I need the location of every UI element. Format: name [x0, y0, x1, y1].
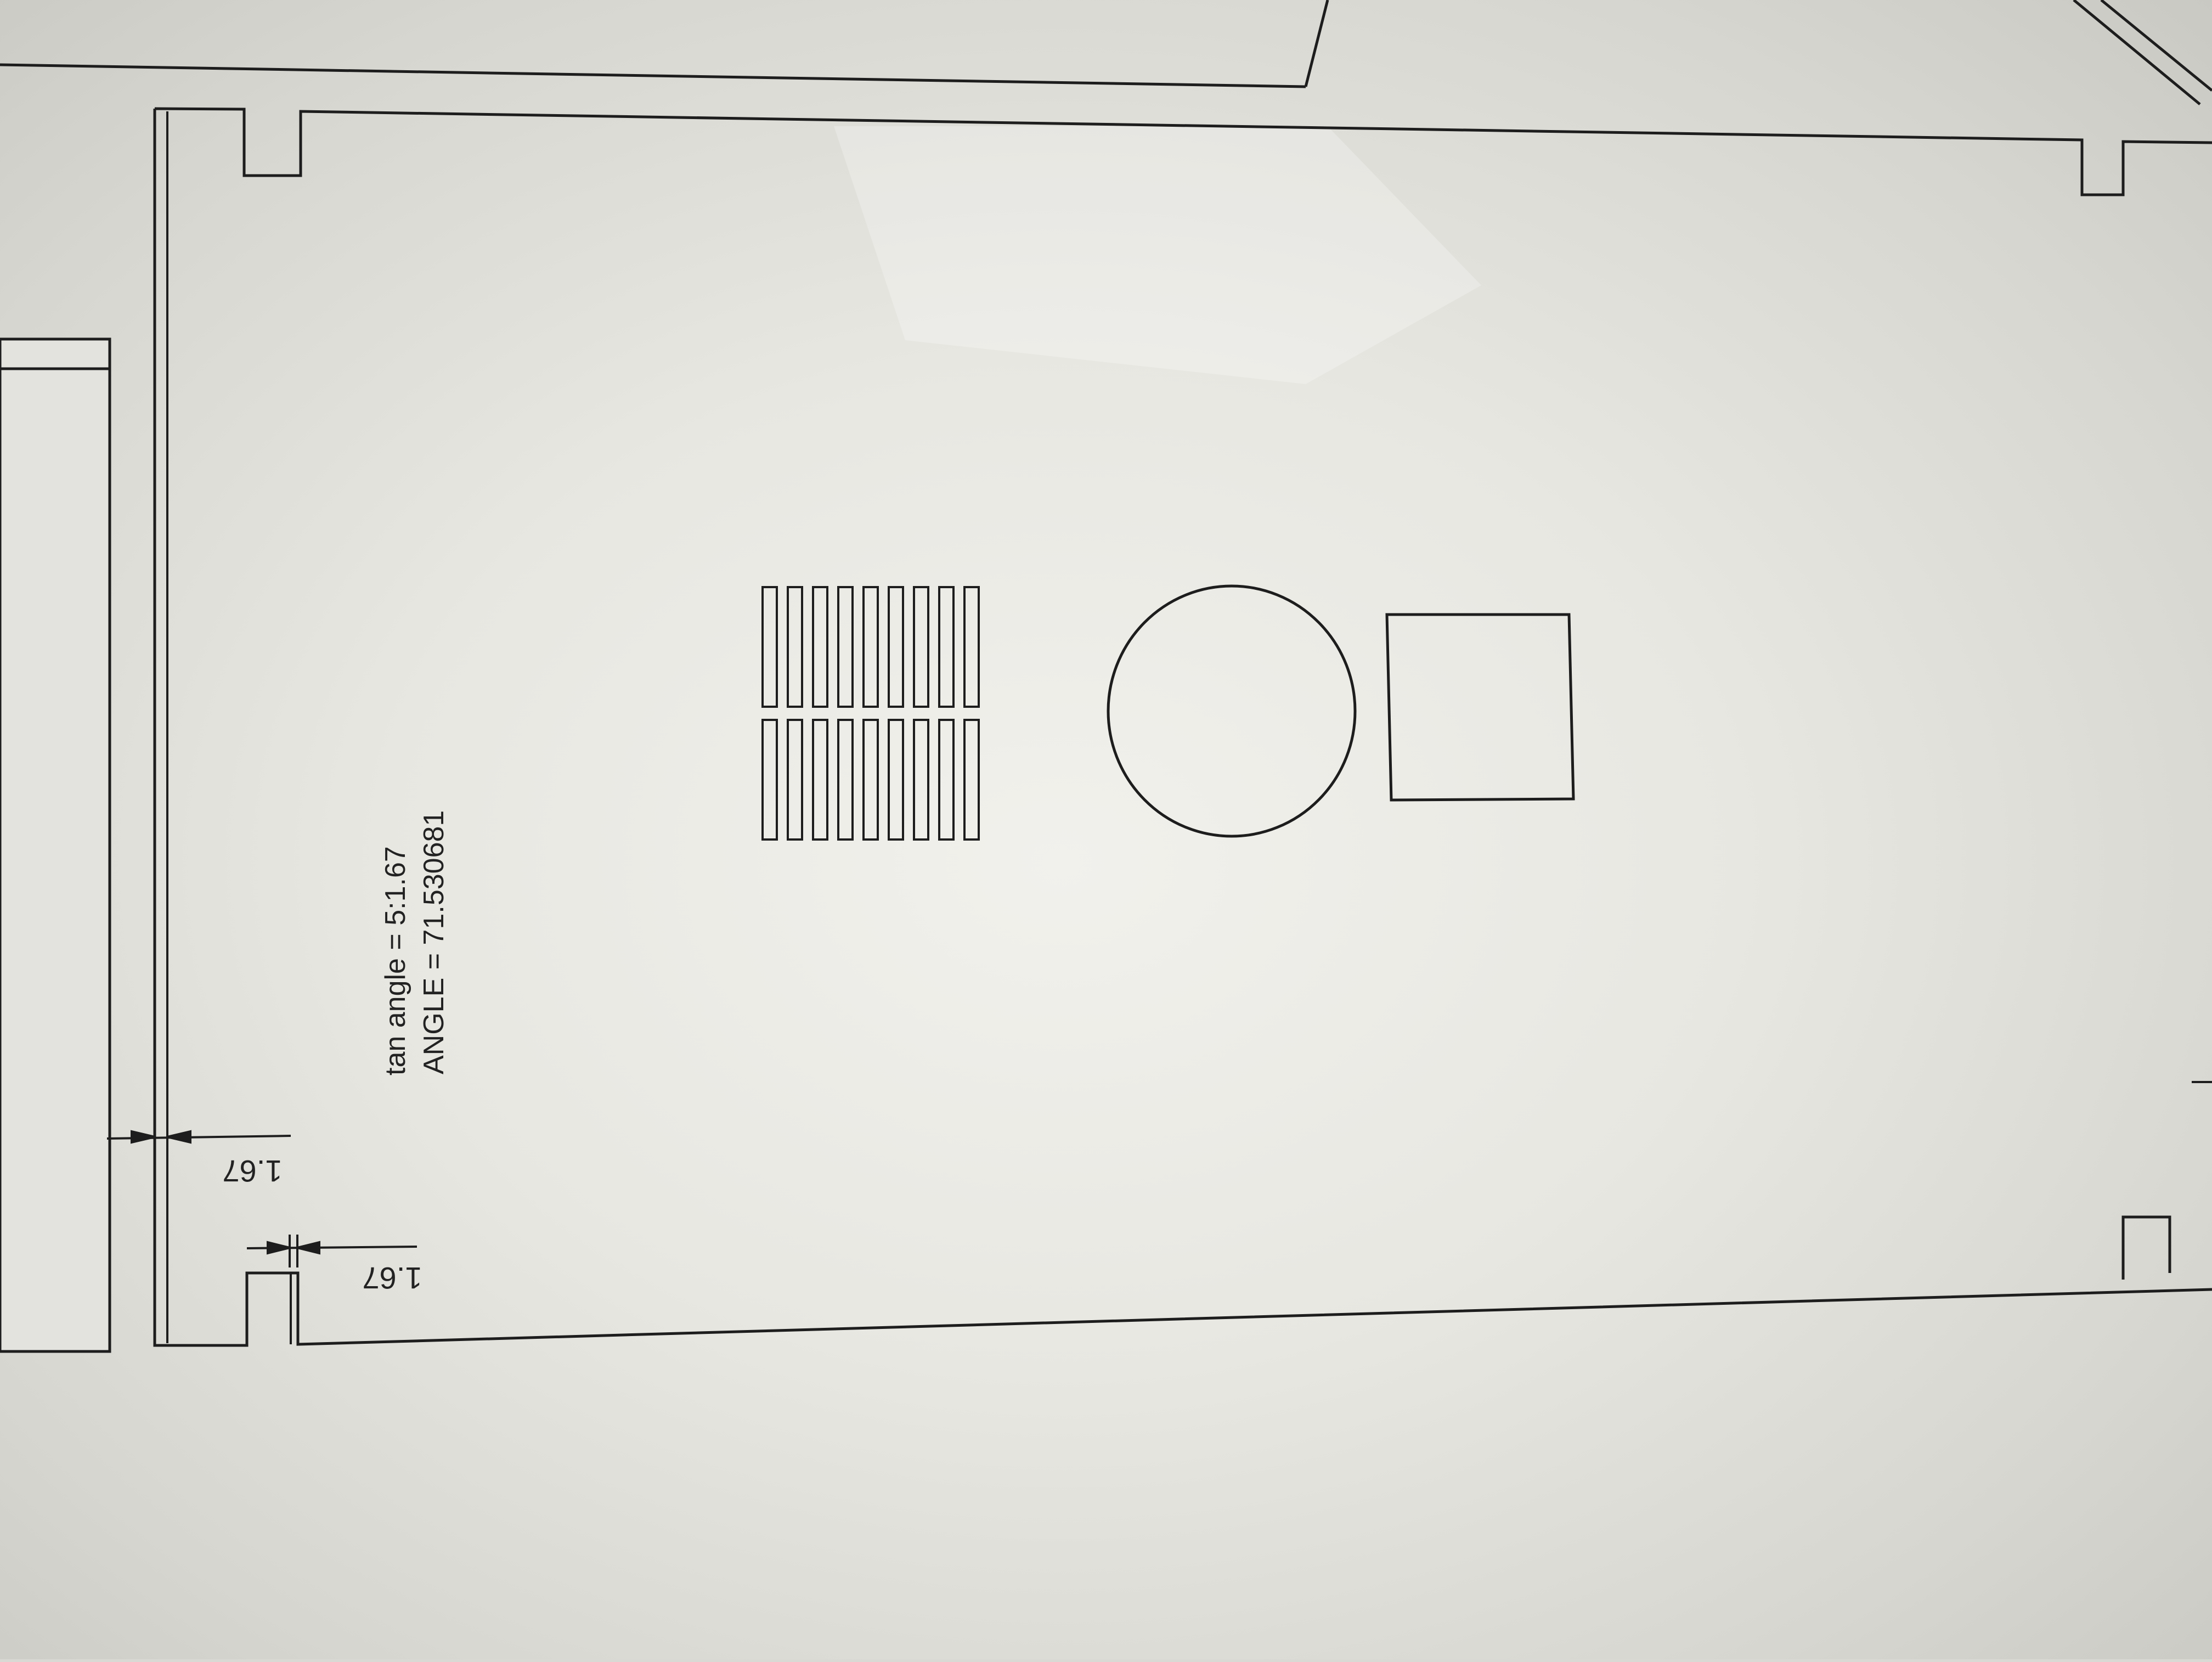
vent-slot	[938, 586, 955, 708]
light-reflection	[834, 126, 1481, 384]
vent-slot	[812, 719, 828, 841]
circle-cutout	[1107, 584, 1357, 838]
vent-slot	[938, 719, 955, 841]
dimension-arrows-1	[106, 1130, 291, 1144]
cad-screen-photo: 1.67 1.67 tan angle = 5:1.67 ANGLE = 71.…	[0, 0, 2212, 1659]
cad-drawing: 1.67 1.67 tan angle = 5:1.67 ANGLE = 71.…	[0, 0, 2212, 1353]
vent-slot	[787, 586, 803, 708]
vent-slot	[888, 586, 904, 708]
upper-sheet	[0, 0, 2212, 105]
dimension-label-1: 1.67	[223, 1154, 283, 1188]
slot-grid	[761, 586, 980, 841]
vent-slot	[787, 719, 803, 841]
vent-slot	[761, 719, 778, 841]
vent-slot	[862, 586, 879, 708]
vent-slot	[862, 719, 879, 841]
note-tan-angle: tan angle = 5:1.67	[380, 846, 411, 1075]
vent-slot	[963, 719, 980, 841]
vent-slot	[963, 586, 980, 708]
vent-slot	[913, 586, 929, 708]
vent-slot	[888, 719, 904, 841]
dimension-label-2: 1.67	[363, 1261, 422, 1295]
vent-slot	[837, 586, 854, 708]
square-cutout	[1385, 613, 1575, 802]
left-sheet	[0, 337, 111, 1353]
note-angle-value: ANGLE = 71.530681	[418, 810, 450, 1074]
vent-slot	[913, 719, 929, 841]
vent-slot	[812, 586, 828, 708]
vent-slot	[761, 586, 778, 708]
vent-slot	[837, 719, 854, 841]
